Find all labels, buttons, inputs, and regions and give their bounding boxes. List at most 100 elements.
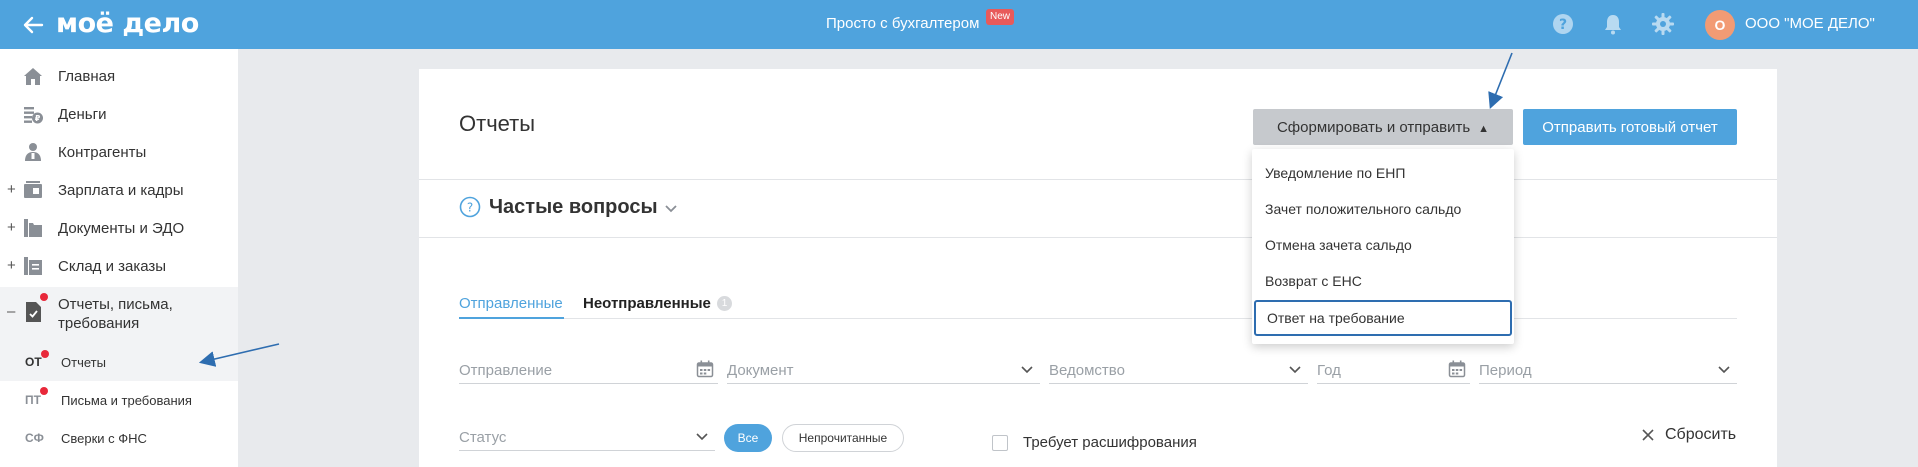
field-placeholder: Отправление: [459, 362, 553, 379]
bell-icon[interactable]: [1601, 12, 1625, 36]
sidebar-item-label: требования: [58, 315, 140, 332]
svg-text:?: ?: [467, 201, 473, 215]
sidebar-item-contractors[interactable]: Контрагенты: [0, 133, 238, 171]
period-select[interactable]: Период: [1479, 350, 1737, 384]
notification-dot: [41, 350, 49, 358]
expand-plus-icon[interactable]: +: [7, 181, 16, 198]
form-and-send-dropdown: Уведомление по ЕНП Зачет положительного …: [1252, 149, 1514, 344]
form-and-send-label: Сформировать и отправить: [1276, 118, 1471, 136]
warehouse-icon: [24, 257, 42, 275]
contractors-icon: [25, 143, 41, 161]
back-arrow-icon[interactable]: [18, 10, 48, 40]
chevron-up-icon: ▲: [1478, 122, 1490, 135]
needs-decrypt-label[interactable]: Требует расшифрования: [1023, 434, 1197, 451]
document-select[interactable]: Документ: [727, 350, 1040, 384]
reset-label: Сбросить: [1665, 426, 1737, 443]
app-logo[interactable]: моё дело: [56, 8, 199, 39]
sidebar-item-label: Отчеты, письма,: [58, 296, 173, 313]
divider: [419, 179, 1777, 180]
menu-item-ens-refund[interactable]: Возврат с ЕНС: [1252, 263, 1514, 299]
subitem-abbr: СФ: [25, 431, 44, 445]
company-name[interactable]: ООО "МОЕ ДЕЛО": [1745, 15, 1875, 32]
menu-item-positive-balance-offset[interactable]: Зачет положительного сальдо: [1252, 191, 1514, 227]
status-select[interactable]: Статус: [459, 417, 715, 451]
tab-count-badge: 1: [717, 296, 732, 311]
subitem-abbr: ПТ: [25, 393, 41, 407]
menu-item-label: Ответ на требование: [1267, 310, 1405, 326]
tabs-underline: [459, 318, 1737, 319]
sidebar-subitem-letters[interactable]: ПТ Письма и требования: [0, 381, 238, 419]
sidebar-subitem-reconciliation[interactable]: СФ Сверки с ФНС: [0, 419, 238, 457]
notification-dot: [40, 293, 48, 301]
chevron-down-icon: [1718, 366, 1730, 374]
chevron-down-icon: [1289, 366, 1301, 374]
sidebar-item-label: Зарплата и кадры: [58, 182, 184, 199]
report-check-icon: [26, 302, 41, 322]
subitem-label: Отчеты: [61, 355, 106, 370]
sidebar-item-warehouse[interactable]: + Склад и заказы: [0, 247, 238, 285]
svg-text:?: ?: [1559, 17, 1567, 33]
filter-chip-unread[interactable]: Непрочитанные: [782, 424, 904, 452]
sidebar-item-documents[interactable]: + Документы и ЭДО: [0, 209, 238, 247]
sidebar-item-reports-group[interactable]: – Отчеты, письма, требования ОТ Отчеты: [0, 287, 238, 381]
salary-icon: [24, 181, 42, 198]
menu-item-requirement-reply[interactable]: Ответ на требование: [1254, 300, 1512, 336]
form-and-send-button[interactable]: Сформировать и отправить ▲: [1253, 109, 1513, 145]
top-bar: моё дело Просто с бухгалтером New ? О ОО…: [0, 0, 1918, 49]
needs-decrypt-checkbox[interactable]: [992, 435, 1008, 451]
new-badge: New: [986, 9, 1015, 25]
calendar-icon[interactable]: [696, 360, 714, 378]
faq-title[interactable]: Частые вопросы: [489, 196, 658, 219]
help-icon[interactable]: ?: [1551, 12, 1575, 36]
tab-unsent[interactable]: Неотправленные: [583, 295, 711, 312]
menu-item-label: Отмена зачета сальдо: [1265, 237, 1412, 253]
menu-item-enp-notice[interactable]: Уведомление по ЕНП: [1252, 155, 1514, 191]
menu-item-cancel-offset[interactable]: Отмена зачета сальдо: [1252, 227, 1514, 263]
gear-icon[interactable]: [1651, 12, 1675, 36]
chevron-down-icon: [696, 433, 708, 441]
menu-item-label: Зачет положительного сальдо: [1265, 201, 1462, 217]
sidebar-item-home[interactable]: Главная: [0, 57, 238, 95]
sidebar-item-label: Деньги: [58, 106, 107, 123]
sending-date-field[interactable]: Отправление: [459, 350, 718, 384]
divider: [419, 237, 1777, 238]
home-icon: [24, 68, 42, 85]
promo-link[interactable]: Просто с бухгалтером: [826, 15, 979, 32]
chevron-down-icon: [1021, 366, 1033, 374]
active-tab-indicator: [459, 317, 564, 319]
notification-dot: [40, 387, 48, 395]
filter-chip-all[interactable]: Все: [724, 424, 772, 452]
expand-plus-icon[interactable]: +: [7, 257, 16, 274]
sidebar-subitem-reports[interactable]: ОТ Отчеты: [0, 343, 238, 381]
avatar[interactable]: О: [1705, 10, 1735, 40]
send-ready-report-button[interactable]: Отправить готовый отчет: [1523, 109, 1737, 145]
sidebar: Главная ₽ Деньги Контрагенты + Зарплата …: [0, 49, 238, 467]
subitem-label: Письма и требования: [61, 393, 192, 408]
question-circle-icon: ?: [459, 196, 481, 218]
reports-card: Отчеты Сформировать и отправить ▲ Отправи…: [419, 69, 1777, 467]
sidebar-item-label: Главная: [58, 68, 116, 85]
sidebar-item-money[interactable]: ₽ Деньги: [0, 95, 238, 133]
expand-plus-icon[interactable]: +: [7, 219, 16, 236]
menu-item-label: Уведомление по ЕНП: [1265, 165, 1406, 181]
chevron-down-icon[interactable]: [663, 200, 679, 216]
field-placeholder: Документ: [727, 362, 794, 379]
sidebar-item-label: Документы и ЭДО: [58, 220, 185, 237]
money-icon: ₽: [24, 107, 43, 124]
collapse-minus-icon[interactable]: –: [7, 303, 15, 320]
calendar-icon[interactable]: [1448, 360, 1466, 378]
svg-text:₽: ₽: [35, 114, 41, 123]
close-icon: [1642, 429, 1654, 441]
field-placeholder: Год: [1317, 362, 1341, 379]
agency-select[interactable]: Ведомство: [1049, 350, 1308, 384]
tab-sent[interactable]: Отправленные: [459, 295, 563, 312]
menu-item-label: Возврат с ЕНС: [1265, 273, 1362, 289]
sidebar-item-label: Контрагенты: [58, 144, 147, 161]
field-placeholder: Статус: [459, 429, 507, 446]
year-field[interactable]: Год: [1317, 350, 1470, 384]
subitem-label: Сверки с ФНС: [61, 431, 147, 446]
field-placeholder: Ведомство: [1049, 362, 1125, 379]
sidebar-item-salary[interactable]: + Зарплата и кадры: [0, 171, 238, 209]
subitem-abbr: ОТ: [25, 355, 42, 369]
field-placeholder: Период: [1479, 362, 1532, 379]
